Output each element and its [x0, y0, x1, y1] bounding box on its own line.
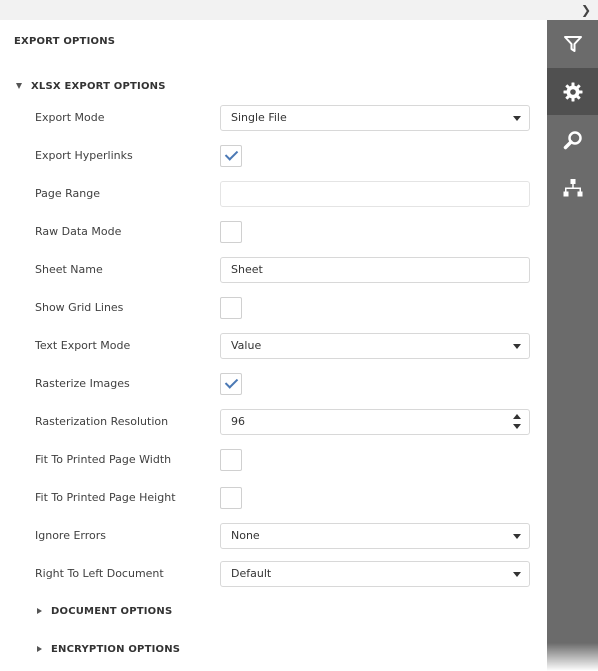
fit-page-width-checkbox[interactable] — [220, 449, 242, 471]
sheet-name-input[interactable]: Sheet — [220, 257, 530, 283]
sidebar-toolbar — [547, 20, 598, 671]
dropdown-arrow-icon[interactable] — [513, 116, 521, 121]
spin-down-icon[interactable] — [513, 424, 521, 429]
dropdown-arrow-icon[interactable] — [513, 534, 521, 539]
text-export-mode-select[interactable]: Value — [220, 333, 530, 359]
document-map-button[interactable] — [547, 164, 598, 211]
subgroup-label: DOCUMENT OPTIONS — [51, 605, 173, 617]
raw-data-mode-checkbox[interactable] — [220, 221, 242, 243]
search-button[interactable] — [547, 116, 598, 163]
sidebar-fade — [547, 643, 598, 671]
export-mode-select[interactable]: Single File — [220, 105, 530, 131]
rasterization-resolution-spinner[interactable]: 96 — [220, 409, 530, 435]
gear-icon — [563, 82, 582, 101]
spin-buttons — [512, 413, 522, 431]
show-grid-lines-label: Show Grid Lines — [35, 301, 124, 314]
export-mode-value: Single File — [231, 111, 287, 124]
group-label: XLSX EXPORT OPTIONS — [31, 80, 166, 92]
document-options-header[interactable]: DOCUMENT OPTIONS — [37, 604, 172, 618]
rasterization-resolution-value: 96 — [231, 415, 245, 428]
filter-icon — [563, 35, 582, 52]
sheet-name-value: Sheet — [231, 263, 263, 276]
ignore-errors-row: Ignore Errors None — [35, 523, 530, 549]
rasterize-images-row: Rasterize Images — [35, 371, 530, 397]
subgroup-label: ENCRYPTION OPTIONS — [51, 643, 181, 655]
sheet-name-label: Sheet Name — [35, 263, 103, 276]
rasterization-resolution-label: Rasterization Resolution — [35, 415, 169, 428]
right-to-left-select[interactable]: Default — [220, 561, 530, 587]
show-grid-lines-row: Show Grid Lines — [35, 295, 530, 321]
dropdown-arrow-icon[interactable] — [513, 572, 521, 577]
triangle-right-icon — [37, 608, 42, 614]
dropdown-arrow-icon[interactable] — [513, 344, 521, 349]
ignore-errors-label: Ignore Errors — [35, 529, 107, 542]
rasterization-resolution-row: Rasterization Resolution 96 — [35, 409, 530, 435]
settings-button[interactable] — [547, 68, 598, 115]
right-to-left-value: Default — [231, 567, 272, 580]
show-grid-lines-checkbox[interactable] — [220, 297, 242, 319]
xlsx-export-options-header[interactable]: XLSX EXPORT OPTIONS — [14, 79, 166, 93]
ignore-errors-value: None — [231, 529, 260, 542]
triangle-down-icon — [16, 83, 22, 89]
text-export-mode-value: Value — [231, 339, 262, 352]
page-range-row: Page Range — [35, 181, 530, 207]
chevron-right-icon[interactable]: ❯ — [580, 3, 592, 17]
rasterize-images-checkbox[interactable] — [220, 373, 242, 395]
filter-button[interactable] — [547, 20, 598, 67]
fit-page-width-label: Fit To Printed Page Width — [35, 453, 172, 466]
export-options-panel: EXPORT OPTIONS XLSX EXPORT OPTIONS Expor… — [0, 20, 547, 671]
spin-up-icon[interactable] — [513, 414, 521, 419]
search-icon — [563, 130, 582, 149]
sheet-name-row: Sheet Name Sheet — [35, 257, 530, 283]
text-export-mode-label: Text Export Mode — [35, 339, 131, 352]
export-hyperlinks-checkbox[interactable] — [220, 145, 242, 167]
encryption-options-header[interactable]: ENCRYPTION OPTIONS — [37, 642, 180, 656]
ignore-errors-select[interactable]: None — [220, 523, 530, 549]
triangle-right-icon — [37, 646, 42, 652]
export-mode-label: Export Mode — [35, 111, 105, 124]
fit-page-height-label: Fit To Printed Page Height — [35, 491, 176, 504]
export-mode-row: Export Mode Single File — [35, 105, 530, 131]
rasterize-images-label: Rasterize Images — [35, 377, 130, 390]
document-map-icon — [563, 178, 582, 196]
top-bar: ❯ — [0, 0, 598, 20]
checkmark-icon — [224, 375, 239, 389]
raw-data-mode-label: Raw Data Mode — [35, 225, 122, 238]
page-range-input[interactable] — [220, 181, 530, 207]
raw-data-mode-row: Raw Data Mode — [35, 219, 530, 245]
export-hyperlinks-row: Export Hyperlinks — [35, 143, 530, 169]
page-range-label: Page Range — [35, 187, 100, 200]
fit-page-width-row: Fit To Printed Page Width — [35, 447, 530, 473]
panel-title: EXPORT OPTIONS — [14, 36, 116, 47]
checkmark-icon — [224, 147, 239, 161]
fit-page-height-checkbox[interactable] — [220, 487, 242, 509]
right-to-left-row: Right To Left Document Default — [35, 561, 530, 587]
right-to-left-label: Right To Left Document — [35, 567, 164, 580]
fit-page-height-row: Fit To Printed Page Height — [35, 485, 530, 511]
text-export-mode-row: Text Export Mode Value — [35, 333, 530, 359]
export-hyperlinks-label: Export Hyperlinks — [35, 149, 133, 162]
